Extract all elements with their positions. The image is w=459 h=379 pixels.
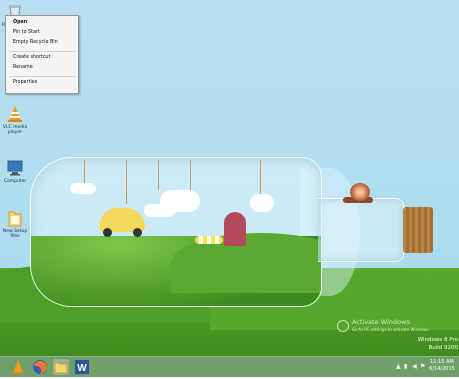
menu-item-create-shortcut[interactable]: Create shortcut bbox=[13, 55, 50, 61]
volume-icon[interactable]: ◀ bbox=[412, 363, 417, 371]
menu-separator bbox=[9, 76, 75, 77]
firefox-icon bbox=[33, 360, 47, 374]
computer-icon bbox=[5, 158, 25, 178]
system-clock[interactable]: 11:15 AM 6/14/2015 bbox=[427, 359, 457, 373]
vlc-icon bbox=[12, 360, 24, 374]
context-menu: Open Pin to Start Empty Recycle Bin Crea… bbox=[5, 15, 79, 94]
word-icon: W bbox=[75, 360, 89, 374]
show-hidden-icons-icon[interactable]: ▲ bbox=[396, 363, 401, 371]
flowers bbox=[195, 236, 223, 244]
tree-house bbox=[224, 212, 246, 246]
clock-date: 6/14/2015 bbox=[429, 366, 455, 372]
menu-item-pin-to-start[interactable]: Pin to Start bbox=[13, 30, 40, 36]
network-icon[interactable]: ▮ bbox=[404, 363, 407, 371]
vlc-icon bbox=[5, 104, 25, 124]
build-info: Windows 8 Pro Build 9200 bbox=[408, 336, 458, 352]
cloud bbox=[70, 183, 96, 194]
glass-bottle bbox=[30, 157, 322, 307]
folder-icon bbox=[5, 208, 25, 228]
menu-separator bbox=[9, 51, 75, 52]
cloud bbox=[250, 194, 274, 212]
build-number: Build 9200 bbox=[428, 345, 458, 351]
taskbar-firefox-button[interactable] bbox=[32, 359, 48, 375]
watermark-title: Activate Windows bbox=[352, 318, 410, 326]
desktop-icon-computer[interactable]: Computer bbox=[0, 158, 30, 184]
desktop-icon-vlc[interactable]: VLC media player bbox=[0, 104, 30, 135]
bottle-neck bbox=[318, 198, 404, 262]
menu-item-empty-recycle-bin[interactable]: Empty Recycle Bin bbox=[13, 40, 58, 46]
os-edition: Windows 8 Pro bbox=[417, 337, 458, 343]
watermark-subtitle: Go to PC settings to activate Windows. bbox=[352, 327, 430, 332]
taskbar: W ▲ ▮ ◀ ⚑ 11:15 AM 6/14/2015 bbox=[0, 356, 459, 377]
menu-item-properties[interactable]: Properties bbox=[13, 80, 37, 86]
taskbar-word-button[interactable]: W bbox=[74, 359, 90, 375]
cloud bbox=[160, 190, 200, 212]
clock-time: 11:15 AM bbox=[430, 359, 454, 365]
menu-item-rename[interactable]: Rename bbox=[13, 65, 33, 71]
file-explorer-icon bbox=[54, 362, 68, 374]
person-icon bbox=[337, 320, 349, 332]
svg-text:W: W bbox=[77, 363, 87, 374]
desktop-icon-folder[interactable]: New Setup files bbox=[0, 208, 30, 239]
cork bbox=[403, 207, 433, 253]
action-center-icon[interactable]: ⚑ bbox=[420, 363, 425, 371]
taskbar-file-explorer-button[interactable] bbox=[53, 359, 69, 375]
snail-shell bbox=[350, 183, 370, 201]
taskbar-vlc-button[interactable] bbox=[10, 359, 26, 375]
menu-item-open[interactable]: Open bbox=[13, 20, 27, 26]
